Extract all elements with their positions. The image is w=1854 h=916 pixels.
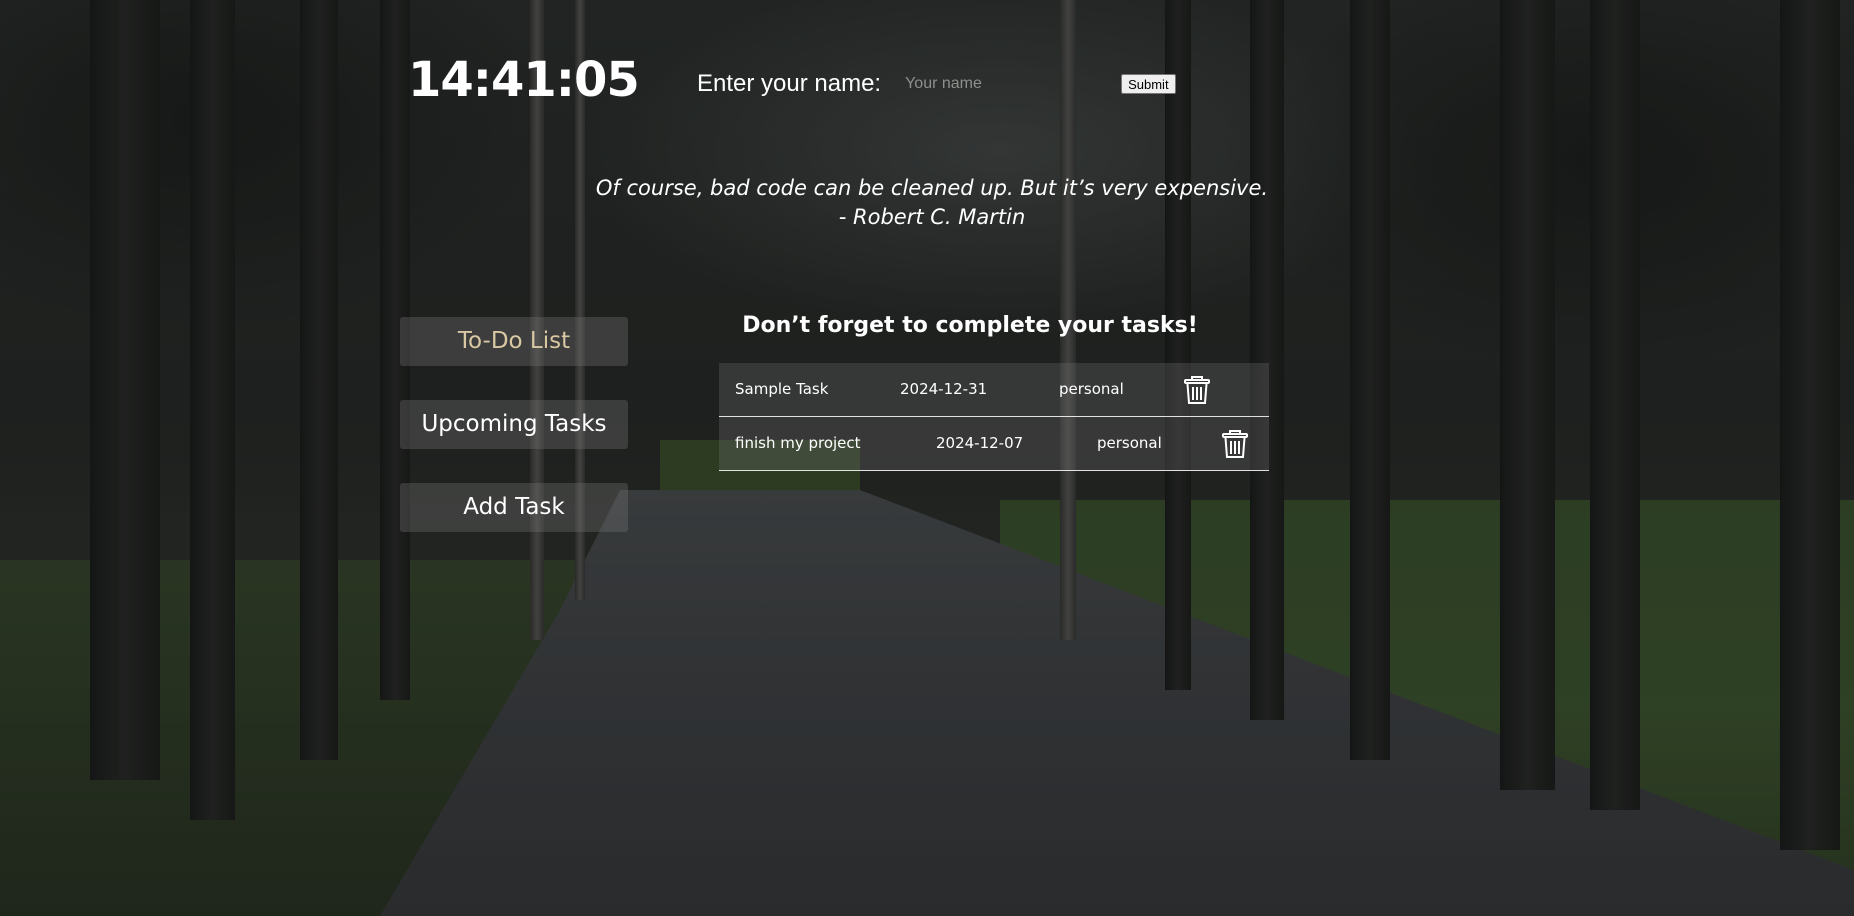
nav-upcoming-tasks-button[interactable]: Upcoming Tasks bbox=[400, 400, 628, 449]
name-label: Enter your name: bbox=[697, 70, 882, 97]
name-form: Enter your name: Submit bbox=[697, 70, 1176, 98]
submit-button[interactable]: Submit bbox=[1121, 74, 1176, 94]
nav-add-task-button[interactable]: Add Task bbox=[400, 483, 628, 532]
delete-task-button[interactable] bbox=[1183, 374, 1211, 404]
name-input[interactable] bbox=[905, 73, 1116, 95]
tasks-heading: Don’t forget to complete your tasks! bbox=[742, 313, 1198, 338]
task-list: Sample Task 2024-12-31 personal finish m… bbox=[719, 363, 1269, 471]
nav-todo-list-button[interactable]: To-Do List bbox=[400, 317, 628, 366]
task-row: finish my project 2024-12-07 personal bbox=[719, 417, 1269, 471]
quote-text: Of course, bad code can be cleaned up. B… bbox=[595, 176, 1269, 200]
delete-task-button[interactable] bbox=[1221, 428, 1249, 458]
clock: 14:41:05 bbox=[408, 52, 640, 108]
nav-menu: To-Do List Upcoming Tasks Add Task bbox=[400, 317, 628, 566]
task-date: 2024-12-31 bbox=[900, 380, 988, 398]
task-row: Sample Task 2024-12-31 personal bbox=[719, 363, 1269, 417]
task-date: 2024-12-07 bbox=[936, 434, 1024, 452]
task-category: personal bbox=[1097, 434, 1162, 452]
quote-author: - Robert C. Martin bbox=[838, 205, 1026, 229]
trash-icon bbox=[1222, 430, 1248, 458]
task-category: personal bbox=[1059, 380, 1124, 398]
quote: Of course, bad code can be cleaned up. B… bbox=[560, 174, 1304, 232]
trash-icon bbox=[1184, 376, 1210, 404]
task-name: Sample Task bbox=[735, 380, 829, 398]
task-name: finish my project bbox=[735, 434, 861, 452]
